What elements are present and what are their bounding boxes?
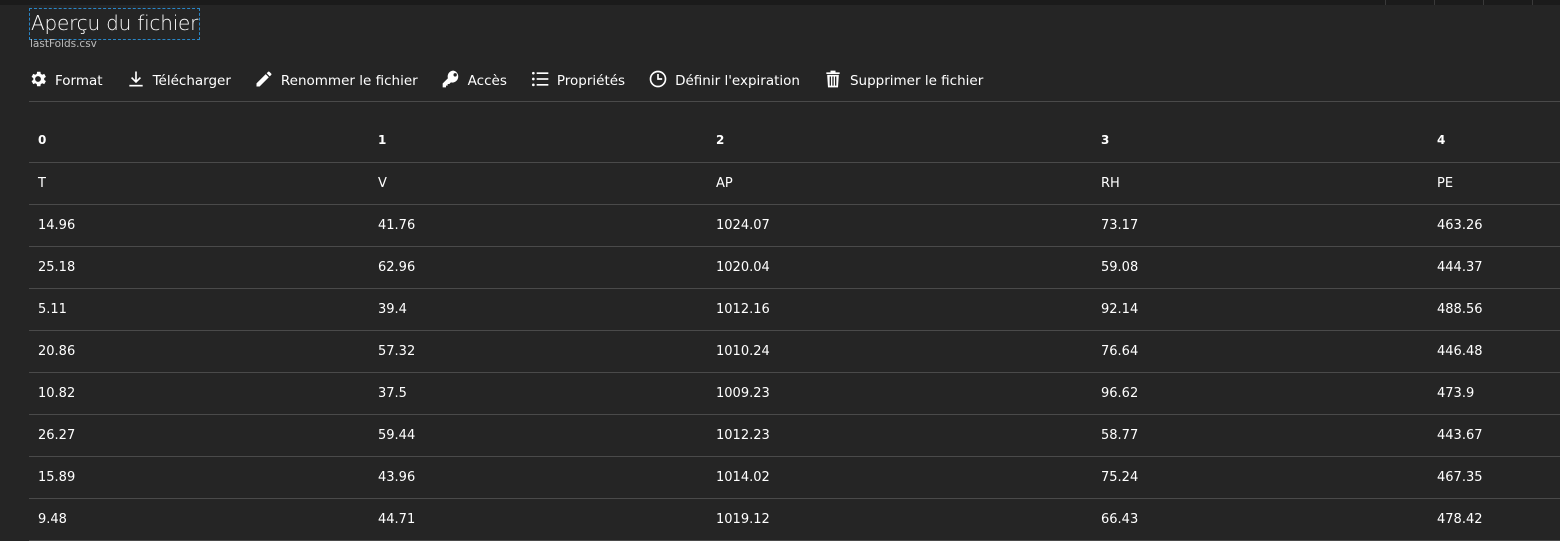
- table-cell: 39.4: [369, 288, 707, 331]
- table-cell: 44.71: [369, 498, 707, 541]
- table-cell: 26.27: [29, 414, 369, 457]
- table-cell: 444.37: [1428, 246, 1560, 289]
- table-cell: 478.42: [1428, 498, 1560, 541]
- table-cell: V: [369, 162, 707, 205]
- top-bar-divider: [1532, 0, 1533, 5]
- table-row: 15.89 43.96 1014.02 75.24 467.35: [29, 456, 1560, 499]
- column-header: 1: [369, 118, 707, 163]
- column-header: 2: [707, 118, 1092, 163]
- table-cell: 443.67: [1428, 414, 1560, 457]
- table-cell: 58.77: [1092, 414, 1428, 457]
- pencil-icon: [254, 69, 281, 93]
- list-icon: [530, 69, 557, 93]
- table-cell: 59.44: [369, 414, 707, 457]
- table-cell: 25.18: [29, 246, 369, 289]
- table-cell: 43.96: [369, 456, 707, 499]
- table-row: 20.86 57.32 1010.24 76.64 446.48: [29, 330, 1560, 373]
- table-row: 25.18 62.96 1020.04 59.08 444.37: [29, 246, 1560, 289]
- table-cell: 20.86: [29, 330, 369, 373]
- blade-header: Aperçu du fichier lastFolds.csv: [29, 8, 201, 50]
- table-cell: 467.35: [1428, 456, 1560, 499]
- top-bar-divider: [1483, 0, 1484, 5]
- set-expiration-label: Définir l'expiration: [675, 73, 800, 89]
- table-cell: 1010.24: [707, 330, 1092, 373]
- table-cell: PE: [1428, 162, 1560, 205]
- file-preview-table: 0 1 2 3 4 T V AP RH PE 14.96 41.76 1024.…: [29, 118, 1560, 541]
- access-label: Accès: [467, 73, 507, 89]
- file-name: lastFolds.csv: [30, 38, 97, 50]
- table-row: 10.82 37.5 1009.23 96.62 473.9: [29, 372, 1560, 415]
- download-button[interactable]: Télécharger: [126, 69, 231, 93]
- access-button[interactable]: Accès: [441, 69, 507, 93]
- properties-button[interactable]: Propriétés: [530, 69, 625, 93]
- table-cell: 1009.23: [707, 372, 1092, 415]
- table-cell: 62.96: [369, 246, 707, 289]
- column-header: 0: [29, 118, 369, 163]
- key-icon: [441, 69, 468, 93]
- table-cell: AP: [707, 162, 1092, 205]
- table-cell: 488.56: [1428, 288, 1560, 331]
- table-cell: T: [29, 162, 369, 205]
- table-header-row: 0 1 2 3 4: [29, 118, 1560, 163]
- table-row: T V AP RH PE: [29, 162, 1560, 205]
- table-cell: 59.08: [1092, 246, 1428, 289]
- table-row: 26.27 59.44 1012.23 58.77 443.67: [29, 414, 1560, 457]
- table-cell: 10.82: [29, 372, 369, 415]
- clock-icon: [648, 69, 675, 93]
- table-cell: 73.17: [1092, 204, 1428, 247]
- column-header: 4: [1428, 118, 1560, 163]
- table-cell: 15.89: [29, 456, 369, 499]
- rename-file-button[interactable]: Renommer le fichier: [254, 69, 418, 93]
- table-row: 14.96 41.76 1024.07 73.17 463.26: [29, 204, 1560, 247]
- format-button[interactable]: Format: [28, 69, 103, 93]
- table-cell: 41.76: [369, 204, 707, 247]
- table-cell: 96.62: [1092, 372, 1428, 415]
- table-cell: 75.24: [1092, 456, 1428, 499]
- table-cell: 66.43: [1092, 498, 1428, 541]
- table-cell: 76.64: [1092, 330, 1428, 373]
- top-bar-divider: [1385, 0, 1386, 5]
- table-cell: 92.14: [1092, 288, 1428, 331]
- table-cell: 1012.16: [707, 288, 1092, 331]
- table-cell: 1024.07: [707, 204, 1092, 247]
- table-cell: 9.48: [29, 498, 369, 541]
- page-title: Aperçu du fichier: [29, 8, 201, 40]
- command-bar: Format Télécharger Renommer le fichier A…: [28, 66, 1006, 96]
- table-cell: 1014.02: [707, 456, 1092, 499]
- table-cell: 446.48: [1428, 330, 1560, 373]
- table-cell: 5.11: [29, 288, 369, 331]
- table-cell: 1012.23: [707, 414, 1092, 457]
- table-cell: 57.32: [369, 330, 707, 373]
- table-cell: 37.5: [369, 372, 707, 415]
- table-cell: 14.96: [29, 204, 369, 247]
- table-cell: 473.9: [1428, 372, 1560, 415]
- gear-icon: [28, 69, 55, 93]
- download-icon: [126, 69, 153, 93]
- delete-file-label: Supprimer le fichier: [849, 73, 984, 89]
- toolbar-divider: [29, 101, 1560, 102]
- column-header: 3: [1092, 118, 1428, 163]
- rename-file-label: Renommer le fichier: [280, 73, 418, 89]
- table-row: 5.11 39.4 1012.16 92.14 488.56: [29, 288, 1560, 331]
- table-row: 9.48 44.71 1019.12 66.43 478.42: [29, 498, 1560, 541]
- set-expiration-button[interactable]: Définir l'expiration: [648, 69, 800, 93]
- format-label: Format: [55, 73, 103, 89]
- table-cell: 1019.12: [707, 498, 1092, 541]
- table-cell: 1020.04: [707, 246, 1092, 289]
- trash-icon: [823, 69, 850, 93]
- download-label: Télécharger: [152, 73, 231, 89]
- top-bar-divider: [1434, 0, 1435, 5]
- delete-file-button[interactable]: Supprimer le fichier: [823, 69, 983, 93]
- table-cell: 463.26: [1428, 204, 1560, 247]
- table-cell: RH: [1092, 162, 1428, 205]
- properties-label: Propriétés: [556, 73, 626, 89]
- top-bar: [0, 0, 1560, 5]
